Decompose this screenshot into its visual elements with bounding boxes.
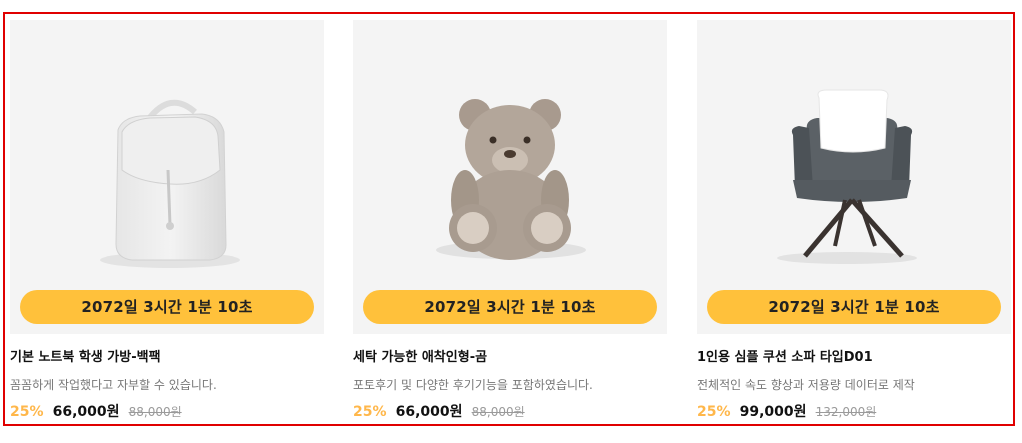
product-title[interactable]: 세탁 가능한 애착인형-곰 [353,346,487,365]
original-price: 132,000원 [815,405,877,419]
product-description: 포토후기 및 다양한 후기기능을 포함하였습니다. [353,378,593,392]
sale-price: 66,000원 [395,404,463,420]
product-description: 꼼꼼하게 작업했다고 자부할 수 있습니다. [10,378,217,392]
original-price: 88,000원 [471,405,525,419]
product-image-area[interactable]: 2072일 3시간 1분 10초 [353,20,667,334]
product-card[interactable]: 2072일 3시간 1분 10초 기본 노트북 학생 가방-백팩 꼼꼼하게 작업… [10,20,324,420]
original-price: 88,000원 [128,405,182,419]
product-card[interactable]: 2072일 3시간 1분 10초 세탁 가능한 애착인형-곰 포토후기 및 다양… [353,20,667,420]
price-row: 25% 99,000원 132,000원 [697,401,876,421]
product-card[interactable]: 2072일 3시간 1분 10초 1인용 심플 쿠션 소파 타입D01 전체적인… [697,20,1011,420]
discount-rate: 25% [10,404,44,420]
price-row: 25% 66,000원 88,000원 [353,401,525,421]
countdown-timer: 2072일 3시간 1분 10초 [707,290,1001,324]
teddy-bear-icon [436,99,586,260]
sale-price: 66,000원 [52,404,120,420]
product-description: 전체적인 속도 향상과 저용량 데이터로 제작 [697,378,915,392]
product-title[interactable]: 1인용 심플 쿠션 소파 타입D01 [697,346,873,365]
countdown-timer: 2072일 3시간 1분 10초 [20,290,314,324]
price-row: 25% 66,000원 88,000원 [10,401,182,421]
chair-icon [777,89,917,264]
product-image-area[interactable]: 2072일 3시간 1분 10초 [10,20,324,334]
product-title[interactable]: 기본 노트북 학생 가방-백팩 [10,346,161,365]
discount-rate: 25% [353,404,387,420]
countdown-timer: 2072일 3시간 1분 10초 [363,290,657,324]
backpack-icon [100,99,240,268]
product-image-area[interactable]: 2072일 3시간 1분 10초 [697,20,1011,334]
discount-rate: 25% [697,404,731,420]
sale-price: 99,000원 [739,404,807,420]
